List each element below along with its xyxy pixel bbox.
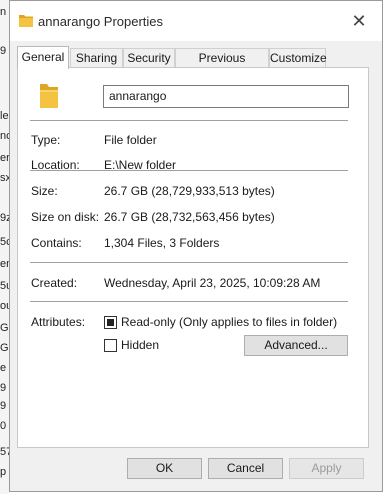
- contains-label: Contains:: [31, 236, 82, 250]
- tab-security[interactable]: Security: [123, 48, 175, 67]
- tab-previous-versions[interactable]: Previous Versions: [175, 48, 269, 83]
- background-fragment: n: [0, 6, 7, 18]
- background-fragment: ou: [0, 300, 9, 312]
- divider: [30, 120, 348, 121]
- background-fragment: p: [0, 466, 7, 478]
- type-value: File folder: [104, 133, 157, 147]
- apply-button[interactable]: Apply: [289, 458, 364, 479]
- background-fragment: 5c: [0, 236, 9, 248]
- background-fragment: 9: [0, 382, 7, 394]
- size-on-disk-label: Size on disk:: [31, 210, 100, 224]
- size-value: 26.7 GB (28,729,933,513 bytes): [104, 184, 275, 198]
- background-fragment: G: [0, 322, 9, 334]
- background-fragment: e \: [0, 362, 9, 374]
- background-fragment: sx: [0, 172, 9, 184]
- background-fragment: nc: [0, 130, 9, 142]
- folder-name-input[interactable]: annarango: [103, 85, 349, 108]
- attributes-label: Attributes:: [31, 315, 86, 329]
- background-fragment: 9: [0, 45, 7, 57]
- tab-customize[interactable]: Customize: [269, 48, 327, 67]
- close-icon: ✕: [351, 10, 367, 31]
- folder-icon: [19, 15, 33, 27]
- contains-value: 1,304 Files, 3 Folders: [104, 236, 220, 250]
- background-fragment: 57: [0, 446, 9, 458]
- ok-button[interactable]: OK: [127, 458, 202, 479]
- background-fragment: Gu: [0, 342, 9, 354]
- hidden-label[interactable]: Hidden: [121, 338, 159, 352]
- window-title: annarango Properties: [38, 14, 164, 29]
- background-fragment: er: [0, 152, 9, 164]
- background-fragment: le: [0, 110, 9, 122]
- tab-general[interactable]: General: [17, 46, 69, 69]
- size-label: Size:: [31, 184, 58, 198]
- background-fragment: 0: [0, 420, 7, 432]
- background-fragment: en: [0, 258, 9, 270]
- readonly-checkbox[interactable]: [104, 316, 117, 329]
- created-value: Wednesday, April 23, 2025, 10:09:28 AM: [104, 276, 321, 290]
- divider: [30, 301, 348, 302]
- folder-icon: [40, 84, 58, 108]
- divider: [30, 170, 348, 171]
- tab-sharing[interactable]: Sharing: [70, 48, 123, 67]
- close-button[interactable]: ✕: [336, 1, 382, 41]
- general-tab-panel: annarango Type: File folder Location: E:…: [17, 67, 369, 448]
- properties-dialog: annarango Properties ✕ General Sharing S…: [9, 0, 383, 492]
- type-label: Type:: [31, 133, 61, 147]
- hidden-checkbox[interactable]: [104, 339, 117, 352]
- size-on-disk-value: 26.7 GB (28,732,563,456 bytes): [104, 210, 275, 224]
- cancel-button[interactable]: Cancel: [208, 458, 283, 479]
- background-fragment: 9: [0, 400, 7, 412]
- created-label: Created:: [31, 276, 78, 290]
- background-fragment: 9z: [0, 212, 9, 224]
- readonly-label[interactable]: Read-only (Only applies to files in fold…: [121, 315, 337, 329]
- background-window-strip: n 9 le nc er sx 9z 5c en 5u ou G Gu e \ …: [0, 0, 9, 494]
- background-fragment: 5u: [0, 280, 9, 292]
- title-bar[interactable]: annarango Properties ✕: [10, 1, 382, 41]
- divider: [30, 262, 348, 263]
- advanced-button[interactable]: Advanced...: [244, 335, 348, 356]
